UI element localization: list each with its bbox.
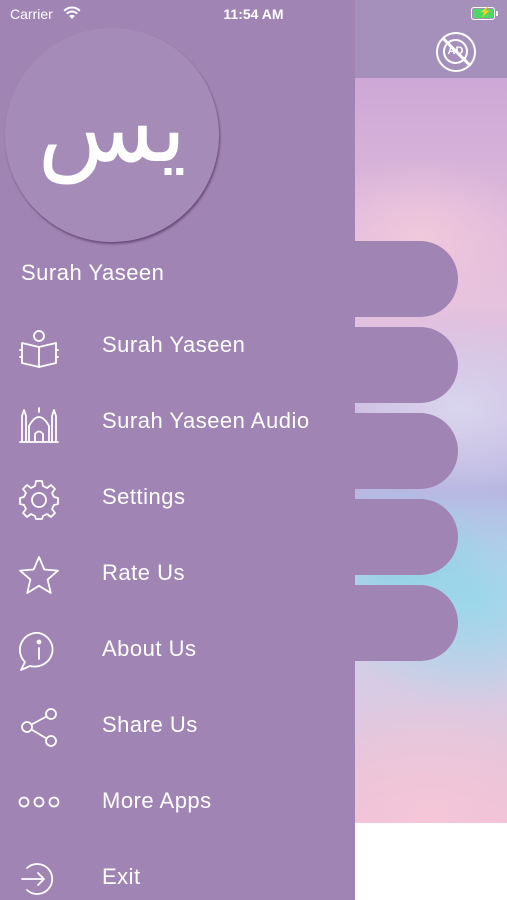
menu-item-surah-yaseen[interactable]: Surah Yaseen [0, 308, 355, 384]
menu-item-label: Settings [102, 484, 186, 509]
menu-item-label: Rate Us [102, 560, 185, 585]
reading-book-icon [19, 330, 59, 368]
menu-item-share-us[interactable]: Share Us [0, 688, 355, 764]
menu-item-label: Exit [102, 864, 141, 889]
star-icon [19, 556, 59, 594]
menu-item-more-apps[interactable]: More Apps [0, 764, 355, 840]
menu-item-rate-us[interactable]: Rate Us [0, 536, 355, 612]
drawer-title: Surah Yaseen [21, 260, 165, 285]
menu-item-label: About Us [102, 636, 197, 661]
yaseen-calligraphy: يس [37, 72, 187, 184]
more-dots-icon [18, 796, 60, 808]
menu-item-label: Surah Yaseen [102, 332, 246, 357]
remove-ads-button[interactable]: AD [436, 32, 476, 72]
battery-icon: ⚡ [471, 7, 498, 20]
app-logo: يس [5, 28, 219, 242]
menu-item-exit[interactable]: Exit [0, 840, 355, 900]
menu-item-label: Share Us [102, 712, 198, 737]
mosque-icon [19, 407, 59, 443]
status-bar: Carrier 11:54 AM ⚡ [0, 0, 507, 28]
menu-item-about-us[interactable]: About Us [0, 612, 355, 688]
gear-icon [19, 480, 59, 520]
menu-item-label: Surah Yaseen Audio [102, 408, 310, 433]
clock: 11:54 AM [223, 6, 284, 22]
side-drawer: يس Surah Yaseen Surah Yaseen Surah Yasee… [0, 0, 355, 900]
menu-item-settings[interactable]: Settings [0, 460, 355, 536]
share-icon [21, 708, 57, 747]
menu-item-label: More Apps [102, 788, 212, 813]
menu-item-surah-yaseen-audio[interactable]: Surah Yaseen Audio [0, 384, 355, 460]
info-bubble-icon [19, 632, 54, 671]
exit-icon [21, 863, 54, 895]
